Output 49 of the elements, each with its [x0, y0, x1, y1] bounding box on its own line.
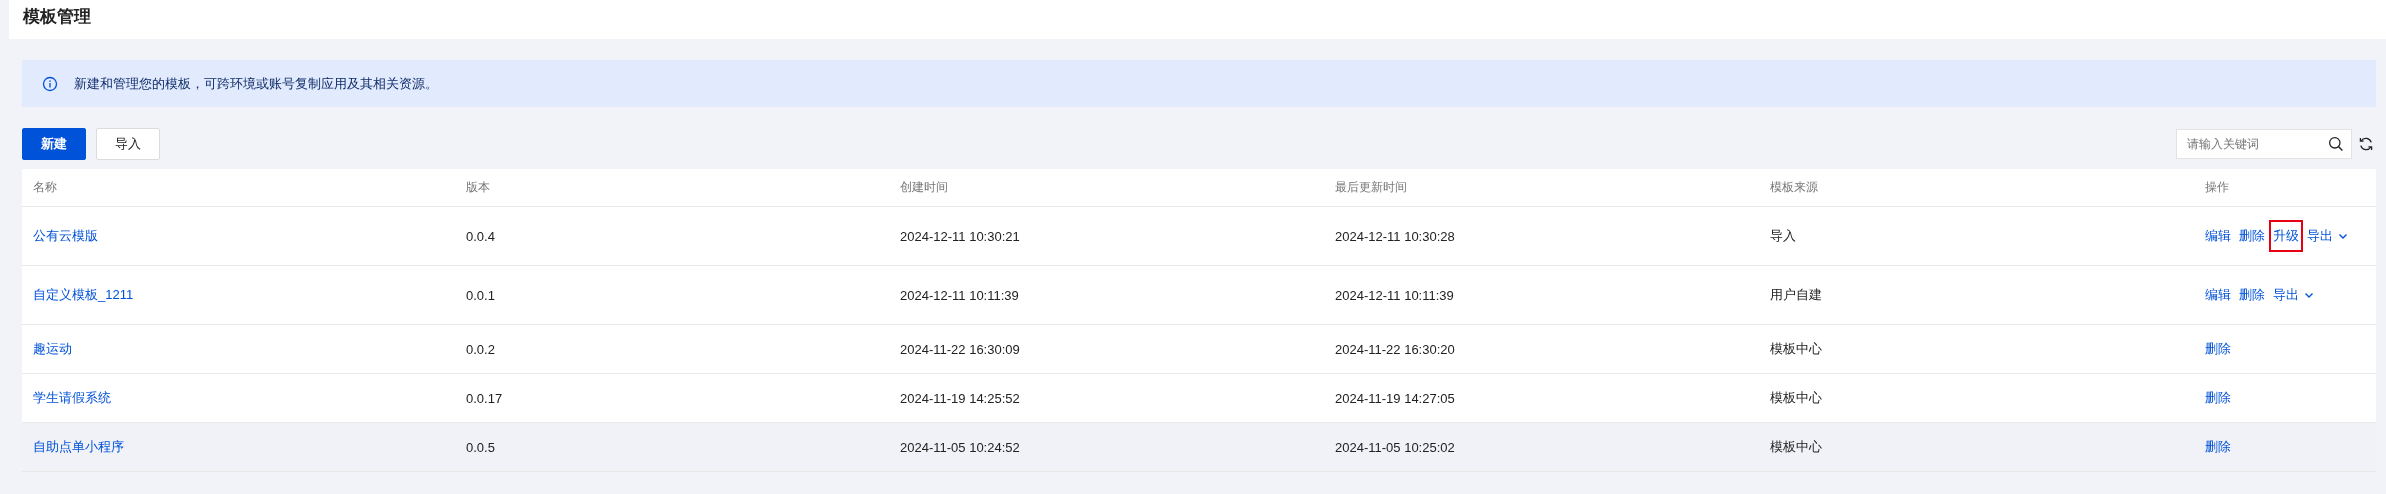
table-cell: 2024-12-11 10:30:21 — [900, 228, 1020, 244]
column-header: 最后更新时间 — [1335, 179, 1407, 196]
action-link[interactable]: 编辑 — [2201, 279, 2235, 311]
action-link[interactable]: 升级 — [2269, 220, 2303, 252]
search-icon[interactable] — [2328, 136, 2344, 152]
template-name-link[interactable]: 自助点单小程序 — [33, 438, 124, 456]
table-cell: 0.0.5 — [466, 439, 495, 455]
action-link[interactable]: 删除 — [2235, 220, 2269, 252]
create-button[interactable]: 新建 — [22, 128, 86, 160]
table-cell: 2024-11-22 16:30:09 — [900, 341, 1020, 357]
template-name-link[interactable]: 趣运动 — [33, 340, 72, 358]
column-header: 版本 — [466, 179, 490, 196]
template-name-link[interactable]: 自定义模板_1211 — [33, 286, 134, 304]
action-link[interactable]: 删除 — [2201, 431, 2235, 463]
search-field[interactable]: 请输入关键词 — [2176, 129, 2352, 159]
table-cell: 模板中心 — [1770, 340, 1822, 358]
table-cell: 2024-11-05 10:25:02 — [1335, 439, 1455, 455]
table-cell: 模板中心 — [1770, 389, 1822, 407]
info-text: 新建和管理您的模板，可跨环境或账号复制应用及其相关资源。 — [74, 74, 438, 93]
table-cell: 2024-12-11 10:11:39 — [1335, 287, 1454, 303]
column-header: 模板来源 — [1770, 179, 1818, 196]
export-dropdown[interactable]: 导出 — [2269, 279, 2319, 311]
table-cell: 2024-11-05 10:24:52 — [900, 439, 1020, 455]
column-header: 操作 — [2205, 179, 2229, 196]
table-cell: 导入 — [1770, 227, 1796, 245]
table-cell: 0.0.17 — [466, 390, 503, 406]
action-link[interactable]: 编辑 — [2201, 220, 2235, 252]
column-header: 创建时间 — [900, 179, 948, 196]
action-link[interactable]: 删除 — [2201, 382, 2235, 414]
export-dropdown[interactable]: 导出 — [2303, 220, 2353, 252]
table-cell: 2024-11-19 14:25:52 — [900, 390, 1020, 406]
template-name-link[interactable]: 学生请假系统 — [33, 389, 111, 407]
table-cell: 2024-12-11 10:30:28 — [1335, 228, 1455, 244]
table-cell: 2024-11-22 16:30:20 — [1335, 341, 1455, 357]
table-cell: 0.0.2 — [466, 341, 495, 357]
table-cell: 模板中心 — [1770, 438, 1822, 456]
action-link[interactable]: 删除 — [2235, 279, 2269, 311]
column-header: 名称 — [33, 179, 57, 196]
refresh-icon[interactable] — [2358, 136, 2374, 152]
info-icon — [42, 75, 58, 92]
action-link[interactable]: 删除 — [2201, 333, 2235, 365]
table-cell: 2024-12-11 10:11:39 — [900, 287, 1019, 303]
table-cell: 0.0.4 — [466, 228, 495, 244]
page-title: 模板管理 — [23, 6, 91, 28]
template-name-link[interactable]: 公有云模版 — [33, 227, 98, 245]
table-cell: 0.0.1 — [466, 287, 495, 303]
table-cell: 2024-11-19 14:27:05 — [1335, 390, 1455, 406]
table-cell: 用户自建 — [1770, 286, 1822, 304]
import-button[interactable]: 导入 — [96, 128, 160, 160]
